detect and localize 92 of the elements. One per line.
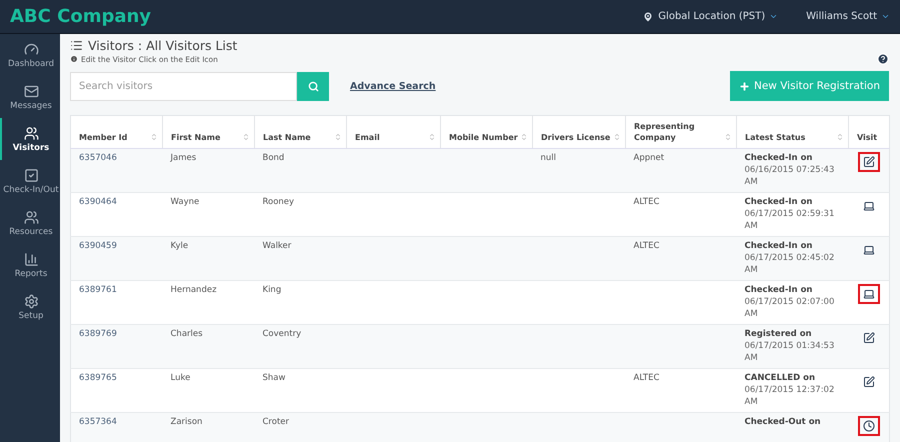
- first-name: Wayne: [170, 197, 200, 207]
- edit-icon: [862, 376, 875, 388]
- page-title: Visitors : All Visitors List: [88, 38, 238, 53]
- advance-search-link[interactable]: Advance Search: [350, 80, 436, 92]
- member-id: 6357046: [79, 153, 117, 163]
- laptop-icon: [862, 200, 875, 212]
- status-time: 06/17/2015 12:37:02: [744, 384, 836, 396]
- sidebar-item[interactable]: Check-In/Out: [0, 160, 60, 202]
- sort-icon[interactable]: [724, 133, 732, 141]
- info-icon: [70, 55, 78, 63]
- status-label: Checked-In on: [744, 196, 814, 208]
- laptop-icon: [862, 288, 875, 300]
- brand-logo: ABC Company: [10, 6, 152, 27]
- member-id: 6389769: [79, 329, 117, 339]
- search-icon: [308, 80, 318, 92]
- plus-icon: [738, 80, 750, 92]
- first-name: Luke: [170, 373, 190, 383]
- last-name: Coventry: [262, 329, 302, 339]
- status-time: 06/16/2015 07:25:43: [744, 164, 836, 176]
- first-name: Hernandez: [170, 285, 217, 295]
- company-name: Appnet: [634, 153, 664, 163]
- status-time: 06/17/2015 02:07:00: [744, 296, 836, 308]
- search-button[interactable]: [297, 72, 329, 100]
- sort-icon[interactable]: [613, 133, 621, 141]
- edit-icon: [862, 332, 875, 344]
- status-label: Checked-In on: [744, 152, 814, 164]
- status-time: AM: [744, 396, 759, 408]
- member-id: 6390459: [79, 241, 117, 251]
- laptop-icon: [862, 244, 875, 256]
- last-name: Bond: [262, 153, 284, 163]
- status-time: AM: [744, 264, 759, 276]
- status-label: Checked-In on: [744, 240, 814, 252]
- envelope-icon: [24, 84, 38, 98]
- status-time: AM: [744, 308, 759, 320]
- sidebar-item[interactable]: Dashboard: [0, 34, 60, 76]
- sort-icon[interactable]: [334, 133, 342, 141]
- gauge-icon: [24, 42, 38, 56]
- visit-button[interactable]: [858, 284, 880, 304]
- sidebar-item[interactable]: Resources: [0, 202, 60, 244]
- first-name: Zarison: [170, 417, 202, 427]
- sidebar-item[interactable]: Setup: [0, 286, 60, 328]
- status-time: 06/17/2015 02:45:02: [744, 252, 836, 264]
- member-id: 6357364: [79, 417, 117, 427]
- drivers-license: null: [540, 153, 556, 163]
- member-id: 6389765: [79, 373, 117, 383]
- last-name: Rooney: [262, 197, 294, 207]
- first-name: Kyle: [170, 241, 188, 251]
- company-name: ALTEC: [634, 373, 660, 383]
- sort-icon[interactable]: [520, 133, 528, 141]
- status-time: AM: [744, 220, 759, 232]
- users-icon: [24, 126, 38, 140]
- help-icon[interactable]: [877, 53, 889, 65]
- status-label: Registered on: [744, 328, 813, 340]
- user-menu[interactable]: Williams Scott: [806, 11, 890, 22]
- users-icon: [24, 210, 38, 224]
- status-time: 06/17/2015 02:59:31: [744, 208, 836, 220]
- company-name: ALTEC: [634, 197, 660, 207]
- bar-chart-icon: [24, 252, 38, 266]
- first-name: Charles: [170, 329, 203, 339]
- last-name: Croter: [262, 417, 290, 427]
- list-icon: [70, 39, 83, 52]
- last-name: King: [262, 285, 282, 295]
- first-name: James: [170, 153, 196, 163]
- status-label: Checked-Out on: [744, 416, 822, 428]
- sort-icon[interactable]: [836, 133, 844, 141]
- sort-icon[interactable]: [428, 133, 436, 141]
- status-time: AM: [744, 352, 759, 364]
- status-time: AM: [744, 176, 759, 188]
- visit-button[interactable]: [858, 152, 880, 172]
- member-id: 6390464: [79, 197, 117, 207]
- visit-button[interactable]: [858, 416, 880, 436]
- status-label: CANCELLED on: [744, 372, 816, 384]
- caret-icon: [769, 12, 778, 21]
- checkbox-icon: [24, 168, 38, 182]
- clock-icon: [862, 420, 875, 432]
- caret-icon: [881, 12, 890, 21]
- sort-icon[interactable]: [150, 133, 158, 141]
- last-name: Walker: [262, 241, 292, 251]
- company-name: ALTEC: [634, 241, 660, 251]
- sidebar-item[interactable]: Visitors: [0, 118, 60, 160]
- sort-icon[interactable]: [242, 133, 250, 141]
- sidebar-item[interactable]: Reports: [0, 244, 60, 286]
- last-name: Shaw: [262, 373, 286, 383]
- status-time: 06/17/2015 01:34:53: [744, 340, 836, 352]
- edit-icon: [862, 156, 875, 168]
- sidebar-item[interactable]: Messages: [0, 76, 60, 118]
- member-id: 6389761: [79, 285, 117, 295]
- map-pin-icon: [642, 10, 654, 22]
- search-field[interactable]: Search visitors: [70, 72, 297, 100]
- status-label: Checked-In on: [744, 284, 814, 296]
- location-dropdown[interactable]: Global Location (PST): [642, 10, 778, 22]
- gear-icon: [24, 294, 38, 308]
